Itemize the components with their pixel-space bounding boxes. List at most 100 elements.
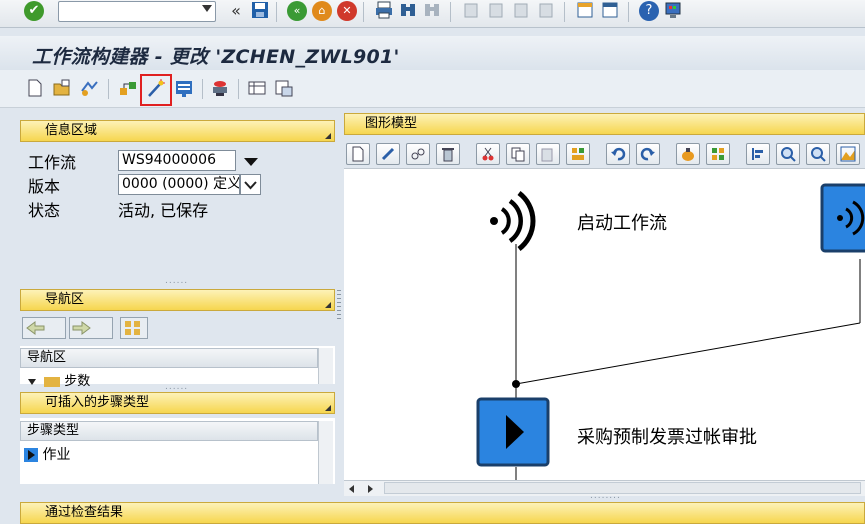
chevron-down-icon[interactable] <box>244 158 258 166</box>
nav-back-button[interactable] <box>22 317 66 339</box>
find-icon[interactable] <box>398 1 418 21</box>
graphic-canvas[interactable]: 启动工作流 采购预制发票过帐审批 <box>344 168 865 481</box>
graphic-zoom-out-button[interactable] <box>806 143 830 165</box>
check-results-panel-header[interactable]: 通过检查结果 <box>20 502 865 524</box>
graphic-link-button[interactable] <box>406 143 430 165</box>
steptype-item-activity[interactable]: 作业 <box>24 444 70 464</box>
tree-item-steps[interactable]: 步数 <box>28 370 90 389</box>
activate-icon[interactable] <box>118 79 138 99</box>
prev-page-icon[interactable] <box>486 1 506 21</box>
other-workflow-icon[interactable] <box>80 79 100 99</box>
merge-node[interactable] <box>512 380 520 388</box>
new-document-icon <box>352 146 364 162</box>
nav-toolbar <box>20 312 335 344</box>
graphic-redo-button[interactable] <box>636 143 660 165</box>
first-page-icon[interactable] <box>461 1 481 21</box>
version-label: 版本 <box>28 177 61 196</box>
graphic-insert-button[interactable] <box>566 143 590 165</box>
activity-step-label: 采购预制发票过帐审批 <box>577 427 757 448</box>
find-next-icon[interactable] <box>422 1 442 21</box>
check-results-title: 通过检查结果 <box>45 505 124 520</box>
open-icon[interactable] <box>52 79 72 99</box>
command-field[interactable] <box>58 1 216 22</box>
activity-step-box[interactable] <box>476 397 550 467</box>
nav-panel-title: 导航区 <box>45 292 85 307</box>
steptype-list-header: 步骤类型 <box>20 421 318 441</box>
connector-line <box>515 322 861 385</box>
new-session-icon[interactable] <box>575 1 595 21</box>
steptype-list: 步骤类型 作业 <box>20 418 335 484</box>
trash-icon <box>442 148 454 162</box>
graphic-new-button[interactable] <box>346 143 370 165</box>
steptype-panel-title: 可插入的步骤类型 <box>45 395 150 410</box>
version-select[interactable]: 0000 (0000) 定义 <box>118 174 240 195</box>
info-panel-body: 工作流 WS94000006 版本 0000 (0000) 定义 状态 活动, … <box>20 143 335 288</box>
graphic-container-button[interactable] <box>706 143 730 165</box>
chevron-down-icon <box>244 181 257 190</box>
graphic-overview-button[interactable] <box>836 143 860 165</box>
exit-icon[interactable]: ⌂ <box>312 1 332 21</box>
print-icon[interactable] <box>374 1 394 21</box>
scroll-left-icon[interactable] <box>349 485 354 493</box>
nav-panel-header[interactable]: 导航区 <box>20 289 335 311</box>
graphic-binding-button[interactable] <box>676 143 700 165</box>
zoom-out-icon <box>811 147 826 162</box>
vertical-splitter[interactable] <box>337 290 341 320</box>
scrollbar-track[interactable] <box>384 482 861 494</box>
new-document-icon[interactable] <box>26 79 46 99</box>
version-dropdown-button[interactable] <box>240 174 261 195</box>
cancel-icon[interactable]: ✕ <box>337 1 357 21</box>
local-view-icon[interactable] <box>274 79 294 99</box>
steptype-item-label: 作业 <box>42 447 71 463</box>
arrow-right-icon <box>72 321 91 335</box>
undo-icon <box>611 147 626 161</box>
graphic-align-button[interactable] <box>746 143 770 165</box>
graphic-undo-button[interactable] <box>606 143 630 165</box>
layout-icon[interactable] <box>663 1 683 21</box>
resize-corner-icon <box>325 405 331 411</box>
graphic-zoom-in-button[interactable] <box>776 143 800 165</box>
last-page-icon[interactable] <box>536 1 556 21</box>
graphic-panel-header[interactable]: 图形模型 <box>344 113 865 135</box>
redo-icon <box>640 147 655 161</box>
wizard-icon[interactable] <box>146 79 166 99</box>
splitter-grip[interactable]: ...... <box>165 382 188 392</box>
graphic-cut-button[interactable] <box>476 143 500 165</box>
container-icon[interactable] <box>174 79 194 99</box>
triangle-down-icon[interactable] <box>28 378 36 385</box>
nav-list-scrollbar[interactable] <box>318 348 333 384</box>
scroll-right-icon[interactable] <box>368 485 373 493</box>
activity-step-icon <box>24 448 38 462</box>
steptype-panel-header[interactable]: 可插入的步骤类型 <box>20 392 335 414</box>
graphic-paste-button[interactable] <box>536 143 560 165</box>
overview-icon[interactable] <box>247 79 267 99</box>
next-page-icon[interactable] <box>511 1 531 21</box>
save-icon[interactable] <box>250 1 270 21</box>
title-bar: 工作流构建器 - 更改 'ZCHEN_ZWL901' <box>0 36 865 70</box>
insert-block-icon <box>572 148 584 160</box>
collapse-icon[interactable]: « <box>226 1 246 21</box>
info-panel-header[interactable]: 信息区域 <box>20 120 335 142</box>
workflow-field[interactable]: WS94000006 <box>118 150 236 171</box>
graphic-delete-button[interactable] <box>436 143 460 165</box>
shortcut-icon[interactable] <box>600 1 620 21</box>
nav-grid-button[interactable] <box>120 317 148 339</box>
event-step-box[interactable] <box>820 183 865 253</box>
splitter-grip[interactable]: ...... <box>165 276 188 286</box>
chevron-down-icon[interactable] <box>202 5 212 12</box>
application-toolbar <box>0 70 865 108</box>
status-label: 状态 <box>28 201 61 220</box>
graphic-edit-button[interactable] <box>376 143 400 165</box>
grid-icon <box>125 321 140 335</box>
splitter-grip[interactable]: ........ <box>590 491 621 501</box>
start-workflow-icon[interactable] <box>490 191 536 251</box>
resize-corner-icon <box>325 133 331 139</box>
graphic-copy-button[interactable] <box>506 143 530 165</box>
binding-icon[interactable] <box>210 79 230 99</box>
enter-icon[interactable]: ✔ <box>24 1 44 21</box>
help-icon[interactable]: ? <box>639 1 659 21</box>
back-icon[interactable]: « <box>287 1 307 21</box>
steptype-list-scrollbar[interactable] <box>318 421 333 484</box>
zoom-in-icon <box>781 147 796 162</box>
nav-forward-button[interactable] <box>69 317 113 339</box>
